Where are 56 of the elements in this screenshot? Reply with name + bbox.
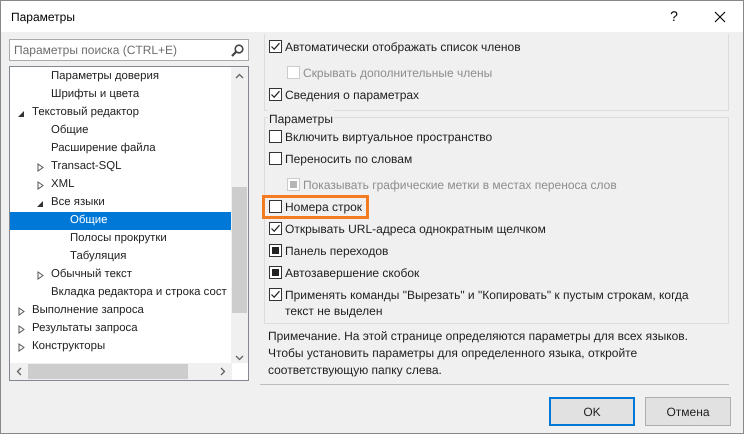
window-title: Параметры [11,8,75,26]
tree-item[interactable]: Общие [10,212,232,230]
scroll-up-icon[interactable] [235,73,244,79]
scroll-down-icon[interactable] [235,355,244,361]
help-button[interactable]: ? [651,1,697,32]
tree-item[interactable]: Обычный текст [10,266,232,284]
checkbox[interactable] [269,222,282,235]
scrollbar-thumb[interactable] [232,187,247,313]
expanded-triangle-icon[interactable] [37,198,44,208]
tree-item[interactable]: Вкладка редактора и строка сост [10,284,232,302]
tree-item[interactable]: Конструкторы [10,338,232,356]
note-text: Примечание. На этой странице определяются параметры для всех языков. Чтобы установить параметры для определенного языка, откройте соответствующую папку слева. [268,328,689,379]
checkbox-label: Скрывать дополнительные члены [303,65,494,81]
checkbox[interactable] [269,152,282,165]
checkbox-label: Панель переходов [285,243,390,259]
cancel-button[interactable]: Отмена [645,397,731,426]
scroll-left-icon[interactable] [16,367,22,376]
collapsed-triangle-icon[interactable] [37,270,44,280]
checkbox-label: Автозавершение скобок [285,265,420,281]
horizontal-scrollbar[interactable] [10,363,232,380]
scrollbar-thumb[interactable] [28,364,188,379]
tree-item[interactable]: Текстовый редактор [10,104,232,122]
checkbox[interactable] [269,40,282,53]
tree-item[interactable]: Выполнение запроса [10,302,232,320]
checkbox-label: Автоматически отображать список членов [285,39,522,55]
checkbox-label: Открывать URL-адреса однократным щелчком [285,221,547,237]
checkbox[interactable] [269,130,282,143]
checkbox[interactable] [269,288,282,301]
tree-item[interactable]: Параметры доверия [10,68,232,86]
tree-item[interactable]: Все языки [10,194,232,212]
checkbox[interactable] [269,244,282,257]
checkbox-label: Номера строк [285,199,362,215]
ok-button[interactable]: OK [549,397,635,426]
scroll-right-icon[interactable] [220,367,226,376]
tree-item[interactable]: Табуляция [10,248,232,266]
tree-item[interactable]: Transact-SQL [10,158,232,176]
checkbox-label: Показывать графические метки в местах переноса слов [303,177,618,193]
checkbox-label: Применять команды "Вырезать" и "Копировать" к пустым строкам, когда текст не выделен [285,287,690,319]
tree-item[interactable]: Шрифты и цвета [10,86,232,104]
tree-item[interactable]: Расширение файла [10,140,232,158]
close-icon [714,10,726,22]
search-icon [231,44,244,56]
expanded-triangle-icon[interactable] [18,108,25,118]
tree-item[interactable]: Полосы прокрутки [10,230,232,248]
search-field[interactable]: Параметры поиска (CTRL+E) [9,39,249,61]
tree-item[interactable]: Результаты запроса [10,320,232,338]
group-title: Параметры [268,110,334,128]
checkbox[interactable] [269,200,282,213]
tree-item[interactable]: XML [10,176,232,194]
checkbox-label: Включить виртуальное пространство [285,129,494,145]
checkbox-label: Сведения о параметрах [285,87,420,103]
tree-item[interactable]: Общие [10,122,232,140]
checkbox[interactable] [269,266,282,279]
vertical-scrollbar[interactable] [231,67,248,363]
checkbox[interactable] [269,88,282,101]
checkbox-label: Переносить по словам [285,151,414,167]
